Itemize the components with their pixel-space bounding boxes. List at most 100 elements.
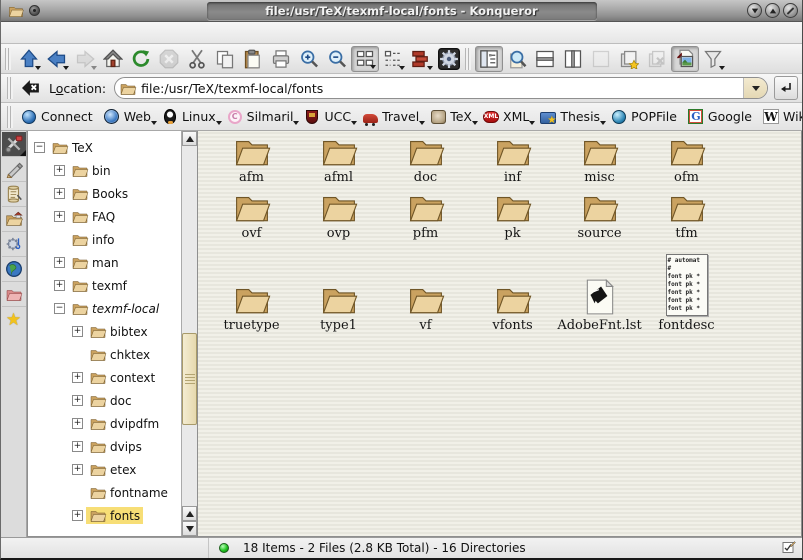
toolbar-handle[interactable] — [465, 48, 471, 70]
back-button[interactable] — [43, 46, 71, 72]
file-item[interactable]: ofm — [643, 131, 730, 187]
toolbar-handle[interactable] — [7, 106, 13, 128]
file-item[interactable]: AdobeFnt.lst — [556, 243, 643, 335]
tree-scrollbar[interactable] — [181, 131, 197, 536]
forward-button[interactable] — [71, 46, 99, 72]
bookmark-item[interactable]: Connect — [17, 107, 100, 127]
tree-item[interactable]: + FAQ — [28, 205, 181, 228]
tree-item[interactable]: + etex — [28, 458, 181, 481]
scroll-up-button[interactable] — [182, 131, 197, 146]
tree-item[interactable]: + bibtex — [28, 320, 181, 343]
menu-item[interactable] — [27, 31, 43, 35]
file-item[interactable]: misc — [556, 131, 643, 187]
history-scroll-icon[interactable] — [2, 182, 26, 207]
split-view-left-right-button[interactable] — [559, 46, 587, 72]
file-item[interactable]: # automat # font pk * font pk * font pk … — [643, 243, 730, 335]
tree-expander[interactable]: + — [54, 165, 65, 176]
file-item[interactable]: tfm — [643, 187, 730, 243]
minimize-button[interactable] — [747, 3, 762, 18]
tree-expander[interactable]: − — [54, 303, 65, 314]
file-item[interactable]: pfm — [382, 187, 469, 243]
menu-item[interactable] — [81, 31, 97, 35]
file-item[interactable]: vf — [382, 243, 469, 335]
tree-expander[interactable]: − — [34, 142, 45, 153]
window-folder-icon[interactable] — [8, 4, 24, 18]
konqueror-gear-button[interactable] — [435, 46, 463, 72]
bookmark-item[interactable]: Linux — [158, 107, 223, 127]
tree-item[interactable]: + Books — [28, 182, 181, 205]
bookmark-item[interactable]: POPFile — [607, 107, 684, 127]
root-folder-icon[interactable] — [2, 282, 26, 307]
go-button[interactable] — [774, 76, 798, 100]
menu-item[interactable] — [135, 31, 151, 35]
new-tab-button[interactable] — [615, 46, 643, 72]
tree-item[interactable]: + context — [28, 366, 181, 389]
file-item[interactable]: vfonts — [469, 243, 556, 335]
menu-item[interactable] — [153, 31, 169, 35]
tree-item[interactable]: − TeX — [28, 136, 181, 159]
tree-item[interactable]: + bin — [28, 159, 181, 182]
bookmarks-star-icon[interactable]: ★ — [2, 307, 26, 332]
up-button[interactable] — [15, 46, 43, 72]
maximize-button[interactable] — [765, 3, 780, 18]
location-input[interactable]: file:/usr/TeX/texmf-local/fonts — [114, 77, 768, 99]
file-item[interactable]: type1 — [295, 243, 382, 335]
file-item[interactable]: doc — [382, 131, 469, 187]
pencil-icon[interactable] — [2, 157, 26, 182]
bookmark-item[interactable]: C Silmaril — [223, 107, 301, 127]
tree-expander[interactable]: + — [72, 372, 83, 383]
remove-view-button[interactable] — [587, 46, 615, 72]
menu-item[interactable] — [99, 31, 115, 35]
toolbar-handle[interactable] — [5, 48, 11, 70]
tree-expander[interactable]: + — [72, 510, 83, 521]
text-view-button[interactable] — [379, 46, 407, 72]
system-tools-icon[interactable] — [2, 132, 26, 157]
close-tab-button[interactable] — [643, 46, 671, 72]
scrollbar-thumb[interactable] — [182, 333, 197, 425]
menu-item[interactable] — [45, 31, 61, 35]
detailed-view-button[interactable] — [407, 46, 435, 72]
tree-expander[interactable]: + — [72, 326, 83, 337]
zoom-in-button[interactable] — [295, 46, 323, 72]
print-button[interactable] — [267, 46, 295, 72]
navigation-panel-button[interactable] — [475, 46, 503, 72]
file-item[interactable]: afml — [295, 131, 382, 187]
cut-button[interactable] — [183, 46, 211, 72]
tree-item[interactable]: info — [28, 228, 181, 251]
menu-item[interactable] — [63, 31, 79, 35]
network-globe-icon[interactable] — [2, 257, 26, 282]
find-file-button[interactable] — [503, 46, 531, 72]
bookmark-item[interactable]: UCC — [300, 107, 358, 127]
image-preview-button[interactable] — [671, 46, 699, 72]
scroll-down-button[interactable] — [182, 521, 197, 536]
bookmark-item[interactable]: Thesis — [536, 107, 607, 127]
home-folder-icon[interactable] — [2, 207, 26, 232]
tree-item[interactable]: + dvips — [28, 435, 181, 458]
tree-item[interactable]: fontname — [28, 481, 181, 504]
tree-item[interactable]: + texmf — [28, 274, 181, 297]
file-item[interactable]: truetype — [208, 243, 295, 335]
file-item[interactable]: inf — [469, 131, 556, 187]
bookmark-item[interactable]: Web — [100, 107, 158, 127]
tree-expander[interactable]: + — [54, 280, 65, 291]
tree-expander[interactable]: + — [54, 211, 65, 222]
tree-expander[interactable]: + — [72, 441, 83, 452]
menu-item[interactable] — [9, 31, 25, 35]
clear-location-button[interactable] — [17, 75, 45, 101]
bookmark-item[interactable]: Travel — [358, 107, 426, 127]
file-item[interactable]: ovp — [295, 187, 382, 243]
tree-item[interactable]: + doc — [28, 389, 181, 412]
tree-expander[interactable]: + — [54, 188, 65, 199]
stop-button[interactable] — [155, 46, 183, 72]
icon-view-button[interactable] — [351, 46, 379, 72]
bookmark-item[interactable]: W Wikipedia — [759, 107, 802, 127]
filter-button[interactable] — [699, 46, 727, 72]
tree-item[interactable]: + man — [28, 251, 181, 274]
scrollbar-track[interactable] — [182, 146, 197, 506]
bookmark-item[interactable]: G Google — [684, 107, 759, 127]
home-button[interactable] — [99, 46, 127, 72]
tree-expander[interactable]: + — [72, 395, 83, 406]
file-item[interactable]: ovf — [208, 187, 295, 243]
tree-item[interactable]: + fonts — [28, 504, 181, 527]
file-icon-view[interactable]: afm afml doc — [198, 131, 802, 537]
